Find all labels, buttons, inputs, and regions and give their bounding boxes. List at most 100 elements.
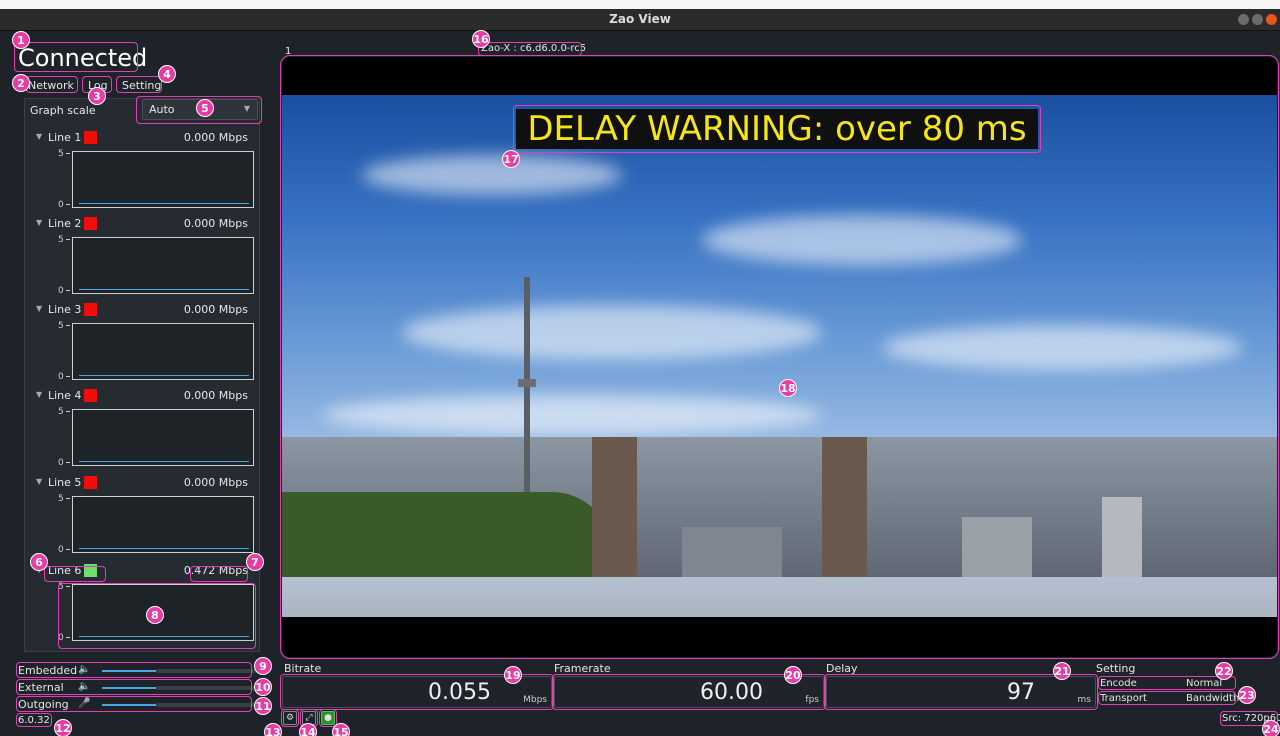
y-min-value: 0 bbox=[58, 200, 64, 210]
marker-badge: 24 bbox=[1262, 720, 1280, 736]
building-shape bbox=[1102, 497, 1142, 577]
graph-series-line bbox=[79, 289, 249, 290]
marker-badge: 15 bbox=[332, 723, 350, 736]
tab-setting[interactable]: Setting bbox=[122, 79, 161, 92]
setting-label: Setting bbox=[1096, 662, 1136, 675]
maximize-icon[interactable] bbox=[1252, 14, 1263, 25]
marker-badge: 3 bbox=[88, 87, 106, 105]
line-name: Line 6 bbox=[48, 564, 82, 577]
bitrate-value: 0.055 bbox=[428, 680, 491, 705]
y-axis-min-label: 0 bbox=[58, 372, 70, 382]
marker-badge: 4 bbox=[158, 65, 176, 83]
line-rate: 0.000 Mbps bbox=[183, 303, 248, 316]
line-color-swatch bbox=[84, 131, 97, 144]
delay-value: 97 bbox=[1007, 680, 1035, 705]
building-shape bbox=[962, 517, 1032, 577]
line-header[interactable]: ▼Line 60.472 Mbps bbox=[36, 564, 256, 580]
y-max-value: 5 bbox=[58, 321, 64, 331]
app-version: 6.0.32. bbox=[18, 715, 53, 726]
chevron-down-icon[interactable]: ▼ bbox=[36, 390, 42, 399]
building-shape bbox=[682, 527, 782, 577]
line-header[interactable]: ▼ Line 1 0.000 Mbps bbox=[36, 131, 256, 147]
line-header[interactable]: ▼ Line 2 0.000 Mbps bbox=[36, 217, 256, 233]
graph-series-line bbox=[79, 636, 249, 637]
volume-slider-track[interactable] bbox=[156, 686, 256, 690]
graph-series-line bbox=[79, 375, 249, 376]
chevron-down-icon[interactable]: ▼ bbox=[36, 218, 42, 227]
volume-slider-fill[interactable] bbox=[102, 687, 156, 689]
framerate-unit: fps bbox=[805, 695, 819, 705]
line-header[interactable]: ▼ Line 5 0.000 Mbps bbox=[36, 476, 256, 492]
cloud-shape bbox=[702, 215, 1022, 265]
marker-badge: 2 bbox=[12, 74, 30, 92]
line-name: Line 2 bbox=[48, 217, 82, 230]
volume-slider-fill[interactable] bbox=[102, 670, 156, 672]
y-axis-max-label: 5 bbox=[58, 407, 70, 417]
chevron-down-icon[interactable]: ▼ bbox=[36, 477, 42, 486]
marker-badge: 13 bbox=[264, 723, 282, 736]
y-min-value: 0 bbox=[58, 633, 64, 643]
bitrate-unit: Mbps bbox=[523, 695, 547, 705]
y-max-value: 5 bbox=[58, 235, 64, 245]
marker-badge: 22 bbox=[1215, 662, 1233, 680]
marker-badge: 14 bbox=[299, 723, 317, 736]
video-index: 1 bbox=[285, 46, 292, 57]
y-axis-min-label: 0 bbox=[58, 200, 70, 210]
line-rate: 0.000 Mbps bbox=[183, 131, 248, 144]
chevron-down-icon[interactable]: ▼ bbox=[36, 304, 42, 313]
y-max-value: 5 bbox=[58, 494, 64, 504]
cloud-shape bbox=[402, 305, 822, 360]
marker-badge: 7 bbox=[246, 553, 264, 571]
graph-series-line bbox=[79, 203, 249, 204]
delay-box: 97 ms bbox=[826, 676, 1096, 708]
marker-badge: 8 bbox=[146, 606, 164, 624]
volume-slider-fill[interactable] bbox=[102, 704, 156, 706]
desktop-top-strip bbox=[0, 0, 1280, 9]
line-rate: 0.000 Mbps bbox=[183, 476, 248, 489]
speaker-icon[interactable]: 🔈 bbox=[78, 681, 90, 692]
bitrate-label: Bitrate bbox=[284, 662, 322, 675]
marker-badge: 21 bbox=[1053, 662, 1071, 680]
graph-scale-label: Graph scale bbox=[30, 104, 96, 117]
video-preview[interactable]: DELAY WARNING: over 80 ms bbox=[282, 57, 1277, 657]
marker-badge: 1 bbox=[12, 31, 30, 49]
line-name: Line 3 bbox=[48, 303, 82, 316]
gear-icon[interactable]: ⚙ bbox=[283, 711, 297, 725]
framerate-box: 60.00 fps bbox=[554, 676, 824, 708]
chevron-down-icon: ▼ bbox=[243, 104, 250, 113]
y-max-value: 5 bbox=[58, 582, 64, 592]
line-color-swatch bbox=[84, 303, 97, 316]
line-name: Line 1 bbox=[48, 131, 82, 144]
close-icon[interactable] bbox=[1266, 14, 1277, 25]
y-max-value: 5 bbox=[58, 407, 64, 417]
line-rate: 0.000 Mbps bbox=[183, 217, 248, 230]
setting-encode: Encode Normal bbox=[1100, 678, 1240, 690]
y-axis-min-label: 0 bbox=[58, 458, 70, 468]
marker-badge: 17 bbox=[502, 150, 520, 168]
minimize-icon[interactable] bbox=[1238, 14, 1249, 25]
y-axis-min-label: 0 bbox=[58, 545, 70, 555]
chevron-down-icon[interactable]: ▼ bbox=[36, 132, 42, 141]
volume-slider-track[interactable] bbox=[156, 703, 256, 707]
bandwidth-graph bbox=[72, 323, 254, 380]
encode-value: Normal bbox=[1186, 678, 1223, 689]
line-header[interactable]: ▼ Line 3 0.000 Mbps bbox=[36, 303, 256, 319]
y-axis-min-label: 0 bbox=[58, 286, 70, 296]
volume-slider-track[interactable] bbox=[156, 669, 256, 673]
y-axis-max-label: 5 bbox=[58, 582, 70, 592]
line-header[interactable]: ▼ Line 4 0.000 Mbps bbox=[36, 389, 256, 405]
line-rate: 0.000 Mbps bbox=[183, 389, 248, 402]
marker-badge: 19 bbox=[504, 666, 522, 684]
framerate-value: 60.00 bbox=[700, 680, 763, 705]
record-icon[interactable]: ● bbox=[321, 711, 335, 725]
cloud-shape bbox=[322, 395, 822, 435]
y-axis-max-label: 5 bbox=[58, 149, 70, 159]
marker-badge: 10 bbox=[254, 678, 272, 696]
marker-badge: 20 bbox=[784, 666, 802, 684]
line-color-swatch bbox=[84, 476, 97, 489]
window-titlebar: Zao View bbox=[0, 9, 1280, 31]
speaker-icon[interactable]: 🔈 bbox=[78, 664, 90, 675]
microphone-icon[interactable]: 🎤 bbox=[78, 698, 90, 709]
graph-series-line bbox=[79, 461, 249, 462]
tab-network[interactable]: Network bbox=[28, 79, 74, 92]
